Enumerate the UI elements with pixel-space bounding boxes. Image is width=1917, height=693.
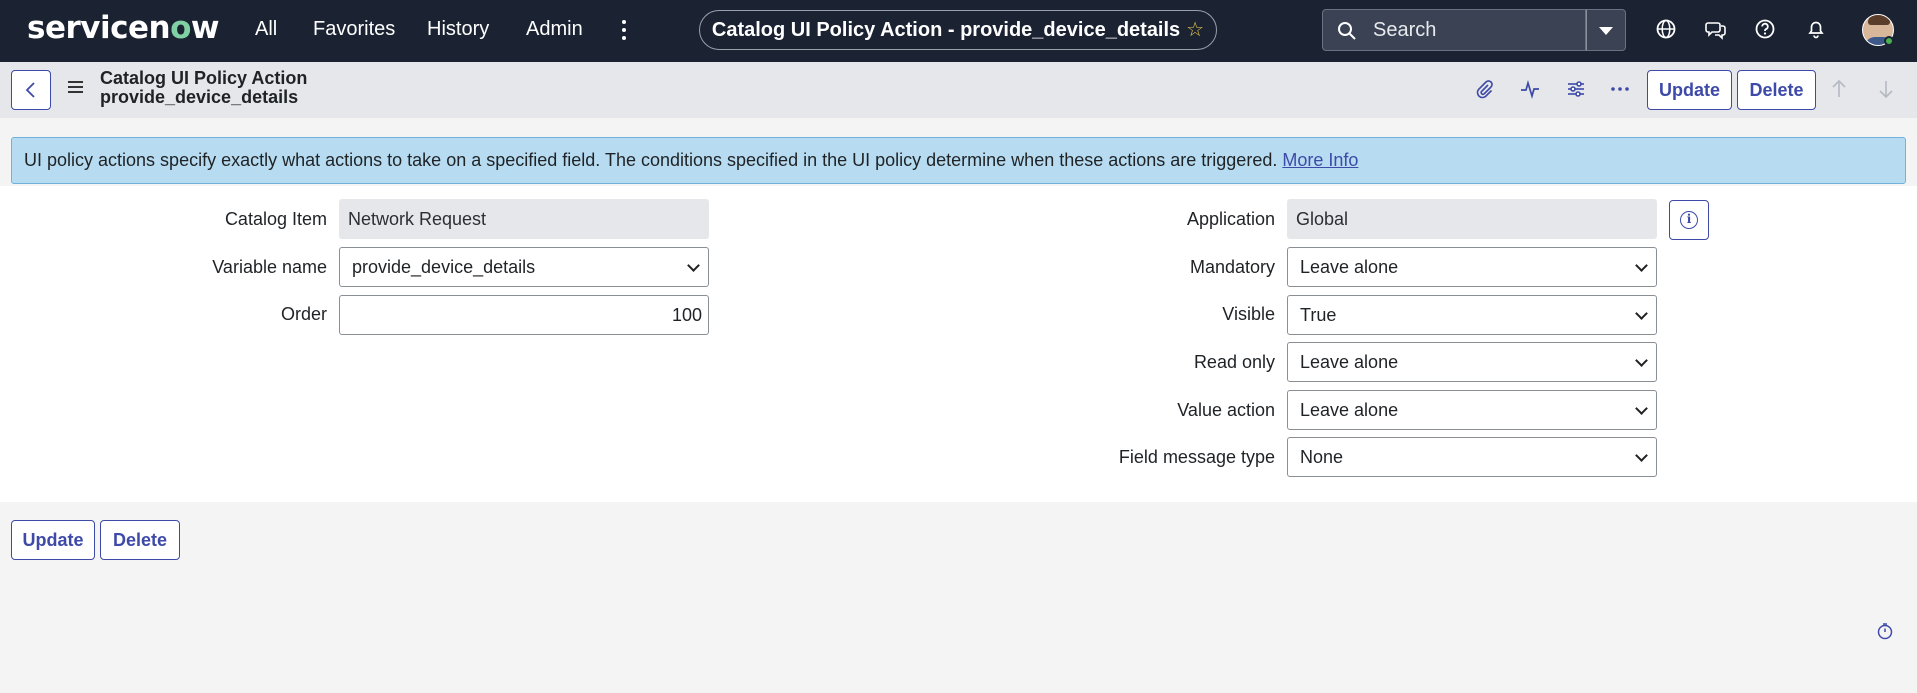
form-title: Catalog UI Policy Action provide_device_… bbox=[100, 69, 307, 107]
search-label: Search bbox=[1373, 19, 1437, 41]
nav-admin[interactable]: Admin bbox=[526, 18, 583, 41]
favorite-star-icon[interactable]: ☆ bbox=[1186, 19, 1204, 41]
help-icon[interactable] bbox=[1754, 18, 1778, 42]
personalize-settings-icon[interactable] bbox=[1565, 78, 1589, 102]
field-message-type-select[interactable]: None bbox=[1287, 437, 1657, 477]
form-header: Catalog UI Policy Action provide_device_… bbox=[0, 62, 1917, 118]
application-field: Global bbox=[1287, 199, 1657, 239]
globe-icon[interactable] bbox=[1655, 18, 1679, 42]
application-info-button[interactable]: i bbox=[1669, 200, 1709, 240]
bell-icon[interactable] bbox=[1805, 18, 1829, 42]
mandatory-label: Mandatory bbox=[1189, 257, 1275, 277]
servicenow-logo[interactable]: servicenow bbox=[27, 10, 220, 46]
context-title-pill[interactable]: Catalog UI Policy Action - provide_devic… bbox=[699, 10, 1217, 50]
variable-name-label: Variable name bbox=[212, 257, 327, 277]
order-input[interactable]: 100 bbox=[339, 295, 709, 335]
context-menu-icon[interactable] bbox=[68, 81, 83, 96]
activity-icon[interactable] bbox=[1519, 78, 1543, 102]
nav-all[interactable]: All bbox=[255, 18, 277, 41]
chat-icon[interactable] bbox=[1705, 18, 1729, 42]
order-label: Order bbox=[280, 304, 327, 324]
form-title-table: Catalog UI Policy Action bbox=[100, 68, 308, 88]
info-icon: i bbox=[1680, 211, 1698, 229]
nav-favorites[interactable]: Favorites bbox=[313, 18, 395, 41]
visible-select[interactable]: True bbox=[1287, 295, 1657, 335]
context-title: Catalog UI Policy Action - provide_devic… bbox=[711, 19, 1181, 41]
application-label: Application bbox=[1186, 209, 1275, 229]
field-message-type-label: Field message type bbox=[1118, 447, 1275, 467]
variable-name-select[interactable]: provide_device_details bbox=[339, 247, 709, 287]
next-record-arrow-icon[interactable] bbox=[1876, 78, 1898, 102]
value-action-select[interactable]: Leave alone bbox=[1287, 390, 1657, 430]
search-icon bbox=[1338, 22, 1356, 40]
header-delete-button[interactable]: Delete bbox=[1737, 70, 1816, 110]
response-time-icon[interactable] bbox=[1876, 622, 1894, 640]
info-banner-text: UI policy actions specify exactly what a… bbox=[24, 150, 1278, 170]
global-search[interactable]: Search bbox=[1322, 9, 1586, 51]
read-only-select[interactable]: Leave alone bbox=[1287, 342, 1657, 382]
value-action-label: Value action bbox=[1177, 400, 1275, 420]
back-button[interactable] bbox=[11, 70, 51, 110]
more-info-link[interactable]: More Info bbox=[1282, 150, 1358, 170]
read-only-label: Read only bbox=[1193, 352, 1275, 372]
more-menu-icon[interactable] bbox=[614, 16, 634, 44]
visible-label: Visible bbox=[1222, 304, 1275, 324]
catalog-item-label: Catalog Item bbox=[224, 209, 327, 229]
top-navigation: servicenow All Favorites History Admin C… bbox=[0, 0, 1917, 62]
search-scope-dropdown[interactable] bbox=[1586, 9, 1626, 51]
catalog-item-field: Network Request bbox=[339, 199, 709, 239]
header-update-button[interactable]: Update bbox=[1647, 70, 1732, 110]
footer-delete-button[interactable]: Delete bbox=[100, 520, 180, 560]
nav-history[interactable]: History bbox=[427, 18, 489, 41]
more-options-icon[interactable] bbox=[1609, 78, 1633, 102]
mandatory-select[interactable]: Leave alone bbox=[1287, 247, 1657, 287]
online-status-dot bbox=[1884, 36, 1894, 46]
attachment-icon[interactable] bbox=[1473, 78, 1497, 102]
info-banner: UI policy actions specify exactly what a… bbox=[11, 137, 1906, 184]
footer-update-button[interactable]: Update bbox=[11, 520, 95, 560]
chevron-left-icon bbox=[25, 82, 35, 98]
previous-record-arrow-icon[interactable] bbox=[1829, 78, 1851, 102]
form-title-record: provide_device_details bbox=[100, 87, 299, 107]
